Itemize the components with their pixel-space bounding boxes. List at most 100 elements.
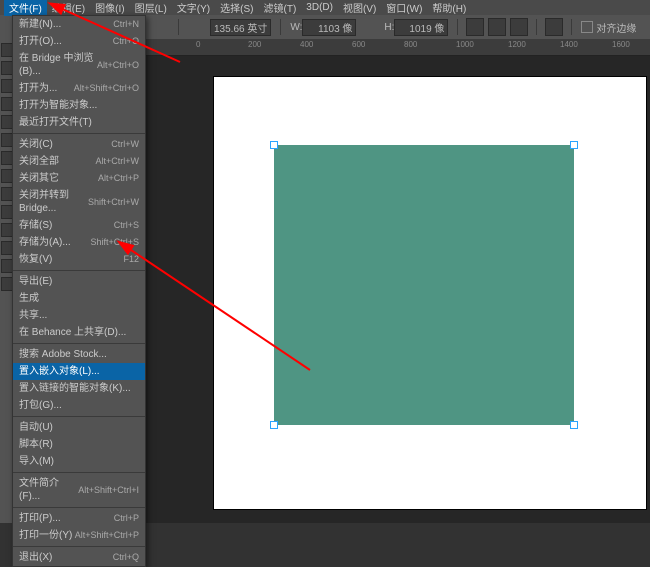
menu-item-label: 导出(E) (19, 275, 52, 288)
menu-item[interactable]: 关闭并转到 Bridge...Shift+Ctrl+W (13, 187, 145, 217)
opt-icon-1[interactable] (466, 18, 484, 36)
menu-item-label: 置入嵌入对象(L)... (19, 365, 100, 378)
menu-item[interactable]: 打印一份(Y)Alt+Shift+Ctrl+P (13, 527, 145, 544)
ruler-tick: 0 (196, 40, 200, 49)
menu-item[interactable]: 搜索 Adobe Stock... (13, 346, 145, 363)
opt-icon-3[interactable] (510, 18, 528, 36)
menubar-item[interactable]: 视图(V) (338, 0, 381, 16)
menu-item[interactable]: 生成 (13, 290, 145, 307)
ruler-tick: 200 (248, 40, 261, 49)
menubar-item[interactable]: 帮助(H) (427, 0, 471, 16)
menu-item-label: 导入(M) (19, 455, 54, 468)
opt-icon-4[interactable] (545, 18, 563, 36)
zoom-field: 135.66 英寸 (210, 19, 271, 36)
ruler-tick: 1600 (612, 40, 630, 49)
menubar-item[interactable]: 滤镜(T) (259, 0, 302, 16)
menubar-item[interactable]: 文件(F) (4, 0, 47, 16)
menu-item[interactable]: 存储为(A)... Shift+Ctrl+S (13, 234, 145, 251)
menu-item[interactable]: 文件简介(F)...Alt+Shift+Ctrl+I (13, 475, 145, 505)
menubar-item[interactable]: 窗口(W) (381, 0, 427, 16)
menu-item[interactable]: 自动(U) (13, 419, 145, 436)
menu-item-shortcut: Alt+Shift+Ctrl+I (78, 484, 139, 497)
placed-rectangle[interactable] (274, 145, 574, 425)
align-edges-check[interactable]: 对齐边缘 (581, 20, 636, 35)
checkbox-icon (581, 21, 593, 33)
menu-item-label: 打开(O)... (19, 35, 62, 48)
menu-item-label: 新建(N)... (19, 18, 61, 31)
menu-item[interactable]: 共享... (13, 307, 145, 324)
document-canvas[interactable] (214, 77, 646, 509)
menu-item-shortcut: Alt+Ctrl+O (97, 59, 139, 72)
menu-item[interactable]: 导出(E) (13, 273, 145, 290)
menu-item-shortcut: Alt+Shift+Ctrl+P (75, 529, 139, 542)
menu-item-label: 关闭并转到 Bridge... (19, 189, 88, 215)
menu-item[interactable]: 关闭其它 Alt+Ctrl+P (13, 170, 145, 187)
menubar-item[interactable]: 编辑(E) (47, 0, 90, 16)
file-menu: 新建(N)... Ctrl+N 打开(O)...Ctrl+O在 Bridge 中浏览… (12, 15, 146, 567)
menu-item[interactable]: 置入链接的智能对象(K)... (13, 380, 145, 397)
menu-item[interactable]: 导入(M) (13, 453, 145, 470)
menu-item[interactable]: 恢复(V)F12 (13, 251, 145, 268)
menu-item-shortcut: Ctrl+Q (113, 551, 139, 564)
menubar-item[interactable]: 选择(S) (215, 0, 258, 16)
menubar-item[interactable]: 图层(L) (130, 0, 172, 16)
menu-item-shortcut: Shift+Ctrl+S (90, 236, 139, 249)
menu-item[interactable]: 退出(X) Ctrl+Q (13, 549, 145, 566)
h-value[interactable]: 1019 像 (394, 19, 448, 36)
zoom-value[interactable]: 135.66 英寸 (210, 19, 271, 36)
menu-item[interactable]: 在 Behance 上共享(D)... (13, 324, 145, 341)
menubar-item[interactable]: 图像(I) (90, 0, 129, 16)
menu-item-shortcut: Alt+Ctrl+W (95, 155, 139, 168)
menu-item-shortcut: Ctrl+N (113, 18, 139, 31)
ruler-tick: 1000 (456, 40, 474, 49)
h-label: H: (384, 22, 394, 33)
menubar-item[interactable]: 文字(Y) (172, 0, 215, 16)
ruler-tick: 400 (300, 40, 313, 49)
link-wh-icon[interactable] (361, 18, 379, 36)
menu-item-label: 存储(S) (19, 219, 52, 232)
menu-item-label: 存储为(A)... (19, 236, 71, 249)
menu-item[interactable]: 在 Bridge 中浏览(B)...Alt+Ctrl+O (13, 50, 145, 80)
menu-item[interactable]: 最近打开文件(T) (13, 114, 145, 131)
menu-item[interactable]: 关闭(C)Ctrl+W (13, 136, 145, 153)
menu-item-label: 共享... (19, 309, 47, 322)
menu-item-label: 打印(P)... (19, 512, 61, 525)
menu-item-shortcut: Alt+Ctrl+P (98, 172, 139, 185)
menu-item[interactable]: 打开为... Alt+Shift+Ctrl+O (13, 80, 145, 97)
menu-item[interactable]: 打开(O)...Ctrl+O (13, 33, 145, 50)
menu-item[interactable]: 打印(P)... Ctrl+P (13, 510, 145, 527)
w-value[interactable]: 1103 像 (302, 19, 356, 36)
menu-item-label: 置入链接的智能对象(K)... (19, 382, 131, 395)
menu-item[interactable]: 存储(S)Ctrl+S (13, 217, 145, 234)
transform-handle-tr[interactable] (570, 141, 578, 149)
menu-item-label: 生成 (19, 292, 39, 305)
menu-item-label: 打包(G)... (19, 399, 62, 412)
ruler-tick: 1200 (508, 40, 526, 49)
menu-item[interactable]: 打开为智能对象... (13, 97, 145, 114)
menu-item[interactable]: 关闭全部Alt+Ctrl+W (13, 153, 145, 170)
menu-item-label: 在 Behance 上共享(D)... (19, 326, 126, 339)
menu-item-label: 文件简介(F)... (19, 477, 78, 503)
menubar-item[interactable]: 3D(D) (301, 1, 338, 14)
menu-item-label: 关闭其它 (19, 172, 59, 185)
menu-item[interactable]: 新建(N)... Ctrl+N (13, 16, 145, 33)
menu-item[interactable]: 打包(G)... (13, 397, 145, 414)
ruler-tick: 1400 (560, 40, 578, 49)
menu-item-label: 自动(U) (19, 421, 53, 434)
menu-item[interactable]: 脚本(R) (13, 436, 145, 453)
menu-item-shortcut: Alt+Shift+Ctrl+O (74, 82, 139, 95)
menu-item-shortcut: Shift+Ctrl+W (88, 196, 139, 209)
menu-item[interactable]: 置入嵌入对象(L)... (13, 363, 145, 380)
menu-item-shortcut: Ctrl+P (114, 512, 139, 525)
placement-icon[interactable] (152, 18, 170, 36)
anchor-icon[interactable] (187, 18, 205, 36)
menubar: 文件(F)编辑(E)图像(I)图层(L)文字(Y)选择(S)滤镜(T)3D(D)… (0, 0, 650, 15)
transform-handle-tl[interactable] (270, 141, 278, 149)
menu-item-label: 搜索 Adobe Stock... (19, 348, 107, 361)
transform-handle-br[interactable] (570, 421, 578, 429)
opt-icon-2[interactable] (488, 18, 506, 36)
transform-handle-bl[interactable] (270, 421, 278, 429)
w-label: W: (290, 22, 302, 33)
menu-item-label: 退出(X) (19, 551, 52, 564)
menu-item-label: 打开为... (19, 82, 57, 95)
